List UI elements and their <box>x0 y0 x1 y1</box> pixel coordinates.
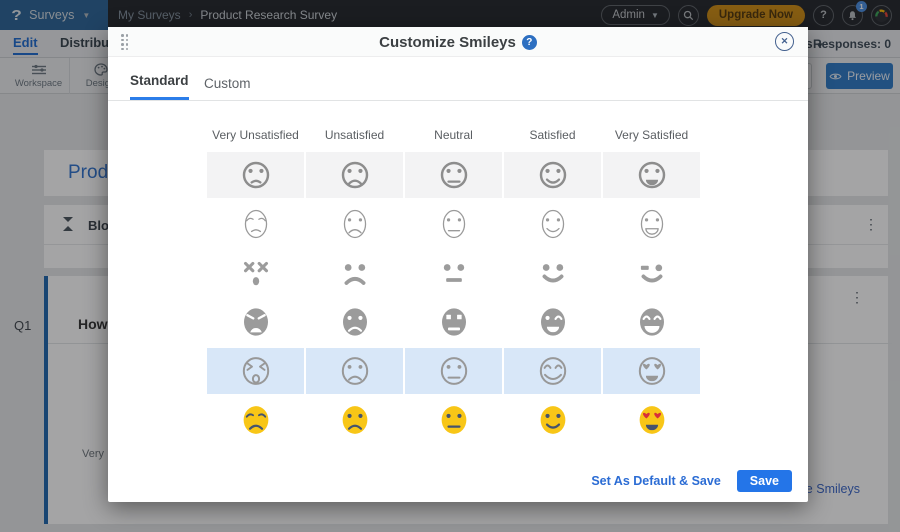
save-button[interactable]: Save <box>737 470 792 492</box>
smiley-thin-outline-very-unsatisfied[interactable] <box>207 201 304 247</box>
smiley-filled-gray-very-satisfied[interactable] <box>603 299 700 345</box>
column-header-neutral: Neutral <box>405 128 502 142</box>
smiley-thin-outline-unsatisfied[interactable] <box>306 201 403 247</box>
smiley-sketch-outline-unsatisfied[interactable] <box>306 348 403 394</box>
smiley-sketch-outline-satisfied[interactable] <box>504 348 601 394</box>
smiley-abstract-very-satisfied[interactable] <box>603 250 700 296</box>
smiley-sketch-outline-neutral[interactable] <box>405 348 502 394</box>
column-header-unsatisfied: Unsatisfied <box>306 128 403 142</box>
smiley-emoji-neutral[interactable] <box>405 397 502 443</box>
smiley-bold-outline-neutral[interactable] <box>405 152 502 198</box>
smiley-abstract-very-unsatisfied[interactable] <box>207 250 304 296</box>
smiley-filled-gray-satisfied[interactable] <box>504 299 601 345</box>
smiley-abstract-neutral[interactable] <box>405 250 502 296</box>
smiley-bold-outline-satisfied[interactable] <box>504 152 601 198</box>
column-header-very-satisfied: Very Satisfied <box>603 128 700 142</box>
smiley-abstract-satisfied[interactable] <box>504 250 601 296</box>
smiley-filled-gray-neutral[interactable] <box>405 299 502 345</box>
smiley-thin-outline-neutral[interactable] <box>405 201 502 247</box>
smiley-filled-gray-very-unsatisfied[interactable] <box>207 299 304 345</box>
smiley-bold-outline-very-satisfied[interactable] <box>603 152 700 198</box>
customize-smileys-modal: Customize Smileys ? ✕ Standard Custom Ve… <box>108 27 808 502</box>
smiley-thin-outline-very-satisfied[interactable] <box>603 201 700 247</box>
smiley-sketch-outline-very-unsatisfied[interactable] <box>207 348 304 394</box>
rating-column-headers: Very UnsatisfiedUnsatisfiedNeutralSatisf… <box>207 128 700 142</box>
column-header-very-unsatisfied: Very Unsatisfied <box>207 128 304 142</box>
tab-custom[interactable]: Custom <box>204 76 251 100</box>
modal-header: Customize Smileys ? ✕ <box>108 27 808 57</box>
modal-title-wrap: Customize Smileys ? <box>108 27 808 57</box>
modal-footer: Set As Default & Save Save <box>591 470 792 492</box>
close-icon[interactable]: ✕ <box>775 32 794 51</box>
smiley-emoji-unsatisfied[interactable] <box>306 397 403 443</box>
tab-standard[interactable]: Standard <box>130 73 189 100</box>
smiley-thin-outline-satisfied[interactable] <box>504 201 601 247</box>
smiley-sketch-outline-very-satisfied[interactable] <box>603 348 700 394</box>
smiley-bold-outline-very-unsatisfied[interactable] <box>207 152 304 198</box>
set-as-default-save-link[interactable]: Set As Default & Save <box>591 474 720 488</box>
modal-title: Customize Smileys <box>379 34 516 51</box>
smiley-grid <box>207 152 700 443</box>
smiley-bold-outline-unsatisfied[interactable] <box>306 152 403 198</box>
help-icon[interactable]: ? <box>522 35 537 50</box>
smiley-abstract-unsatisfied[interactable] <box>306 250 403 296</box>
smiley-emoji-very-unsatisfied[interactable] <box>207 397 304 443</box>
modal-tab-bar: Standard Custom <box>108 57 808 101</box>
column-header-satisfied: Satisfied <box>504 128 601 142</box>
smiley-emoji-satisfied[interactable] <box>504 397 601 443</box>
smiley-filled-gray-unsatisfied[interactable] <box>306 299 403 345</box>
smiley-emoji-very-satisfied[interactable] <box>603 397 700 443</box>
